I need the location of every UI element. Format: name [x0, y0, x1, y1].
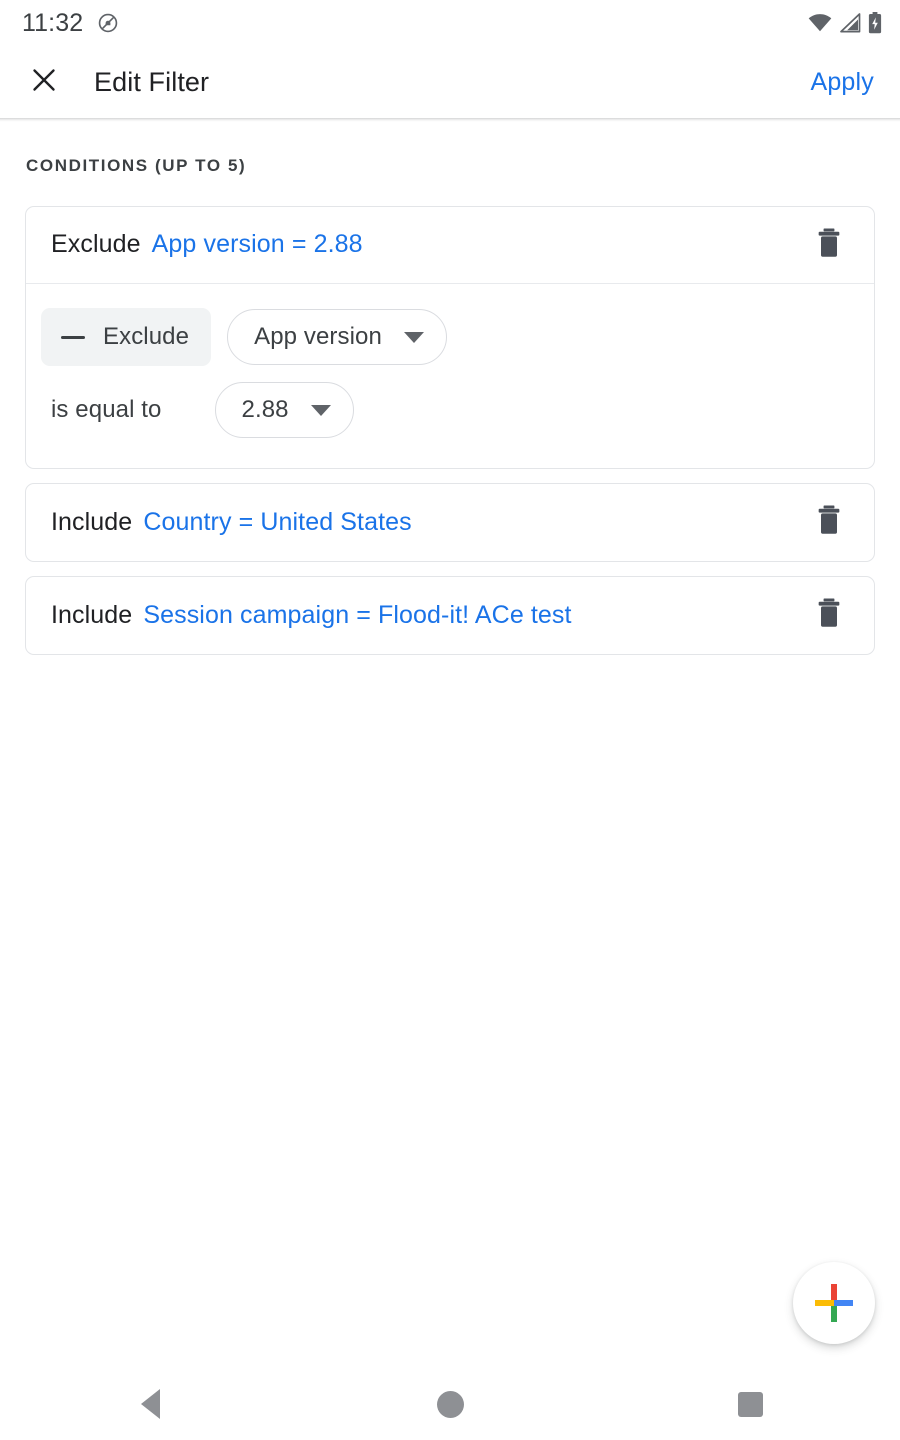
- condition-dimension: Session campaign: [143, 600, 350, 629]
- dimension-dropdown[interactable]: App version: [227, 309, 447, 365]
- battery-charging-icon: [868, 12, 882, 34]
- value-dropdown-label: 2.88: [241, 396, 289, 423]
- condition-card[interactable]: Include Country = United States: [25, 483, 875, 562]
- minus-icon: [61, 335, 85, 339]
- conditions-section-header: CONDITIONS (UP TO 5): [26, 156, 247, 175]
- condition-summary-row[interactable]: Include Country = United States: [26, 484, 874, 561]
- apply-button[interactable]: Apply: [806, 62, 878, 103]
- condition-summary-row[interactable]: Exclude App version = 2.88: [26, 207, 874, 284]
- condition-summary-text: Include Session campaign = Flood-it! ACe …: [51, 600, 572, 631]
- condition-editor-row-1: Exclude App version: [41, 308, 849, 366]
- delete-condition-button[interactable]: [806, 222, 852, 268]
- operator-chip-label: Exclude: [103, 323, 190, 350]
- nav-home-button[interactable]: [300, 1368, 600, 1440]
- app-bar: Edit Filter Apply: [0, 46, 900, 118]
- plus-icon: [815, 1284, 853, 1322]
- chevron-down-icon: [310, 404, 331, 416]
- recents-icon: [737, 1391, 763, 1417]
- status-bar-left: 11:32: [22, 8, 119, 37]
- page-title: Edit Filter: [94, 66, 210, 97]
- status-bar-clock: 11:32: [22, 8, 84, 37]
- condition-value: 2.88: [313, 230, 363, 259]
- condition-equals: =: [238, 507, 254, 536]
- condition-operator: Exclude: [51, 230, 141, 259]
- nav-back-button[interactable]: [0, 1368, 300, 1440]
- condition-operator: Include: [51, 507, 133, 536]
- dimension-dropdown-label: App version: [254, 323, 382, 350]
- trash-icon: [814, 227, 844, 264]
- trash-icon: [814, 504, 844, 541]
- condition-summary-text: Include Country = United States: [51, 507, 412, 538]
- delete-condition-button[interactable]: [806, 500, 852, 546]
- close-icon: [29, 65, 59, 100]
- operator-chip[interactable]: Exclude: [41, 308, 212, 366]
- add-condition-fab[interactable]: [793, 1262, 875, 1344]
- status-bar: 11:32: [0, 0, 900, 46]
- phone-screen: 11:32 Edit Filter Apply CONDITIONS (UP T…: [0, 0, 900, 1440]
- trash-icon: [814, 597, 844, 634]
- wifi-icon: [808, 13, 832, 33]
- android-nav-bar: [0, 1368, 900, 1440]
- value-dropdown[interactable]: 2.88: [214, 382, 354, 438]
- home-icon: [436, 1390, 464, 1418]
- match-type-label: is equal to: [51, 396, 162, 423]
- do-not-disturb-icon: [97, 12, 119, 34]
- condition-card[interactable]: Include Session campaign = Flood-it! ACe …: [25, 576, 875, 655]
- condition-value: United States: [260, 507, 412, 536]
- delete-condition-button[interactable]: [806, 593, 852, 639]
- content-area: CONDITIONS (UP TO 5) Exclude App version …: [0, 122, 900, 1440]
- back-icon: [140, 1389, 160, 1419]
- condition-card[interactable]: Exclude App version = 2.88 Exclude App v…: [25, 206, 875, 469]
- condition-editor-row-2: is equal to 2.88: [41, 382, 849, 438]
- condition-summary-row[interactable]: Include Session campaign = Flood-it! ACe …: [26, 577, 874, 654]
- condition-dimension: Country: [143, 507, 232, 536]
- conditions-list: Exclude App version = 2.88 Exclude App v…: [0, 176, 900, 655]
- chevron-down-icon: [403, 331, 424, 343]
- condition-dimension: App version: [151, 230, 285, 259]
- condition-equals: =: [291, 230, 307, 259]
- close-button[interactable]: [24, 62, 64, 102]
- nav-recents-button[interactable]: [600, 1368, 900, 1440]
- condition-operator: Include: [51, 600, 133, 629]
- condition-value: Flood-it! ACe test: [378, 600, 572, 629]
- condition-summary-text: Exclude App version = 2.88: [51, 229, 363, 260]
- status-bar-right: [808, 12, 882, 34]
- condition-equals: =: [356, 600, 371, 629]
- cellular-signal-icon: [839, 13, 861, 33]
- condition-editor: Exclude App version is equal to 2.88: [26, 284, 874, 468]
